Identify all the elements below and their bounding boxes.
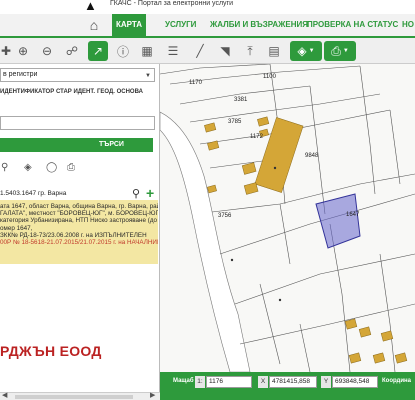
logo-icon: ▲ (84, 0, 97, 13)
coordinates-label: Координа (382, 378, 411, 384)
result-line[interactable]: ЗКК№ РД-18-73/23.06.2008 г. на ИЗПЪЛНИТЕ… (0, 232, 156, 239)
measure-area-icon[interactable]: ◥ (215, 41, 235, 61)
identifier-input[interactable] (0, 116, 155, 130)
selected-parcel-label: 1647 (346, 212, 360, 218)
horizontal-scrollbar[interactable]: ◀ ▶ (0, 392, 160, 400)
search-button[interactable]: ТЪРСИ (0, 138, 153, 152)
tab-geodetic-base[interactable]: ГЕОД. ОСНОВА (97, 89, 143, 95)
parcel-label: 3785 (228, 119, 242, 125)
scale-input[interactable]: 1176 (206, 376, 252, 388)
result-actions: ⚲ ◈ ◯ ⎙ (0, 162, 160, 176)
info-icon[interactable]: ⓘ (113, 41, 133, 61)
print-small-icon[interactable]: ⎙ (67, 162, 75, 173)
result-line[interactable]: 00Р № 18-5618-21.07.2015/21.07.2015 г. н… (0, 239, 158, 246)
map-toolbar: ✚ ⊕ ⊖ ☍ ↗ ⓘ ▦ ☰ ╱ ◥ ⤒ ▤ ◈ ▼ ⎙ ▼ (0, 38, 415, 64)
top-header: ▲ ГКАЧС - Портал за електронни услуги (0, 0, 415, 14)
parcel-label: 3381 (234, 97, 248, 103)
scroll-thumb[interactable] (15, 395, 133, 399)
search-type-tabs: ИДЕНТИФИКАТОР СТАР ИДЕНТ. ГЕОД. ОСНОВА (0, 86, 160, 98)
print-icon[interactable]: ⎙ ▼ (324, 41, 356, 61)
tab-services[interactable]: УСЛУГИ (165, 14, 196, 36)
globe-icon[interactable]: ☍ (62, 41, 82, 61)
measure-line-icon[interactable]: ╱ (190, 41, 210, 61)
main-nav: ⌂ КАРТА УСЛУГИ ЖАЛБИ И ВЪЗРАЖЕНИЯ ПРОВЕР… (0, 14, 415, 38)
cadastral-map[interactable]: 1170 1100 3381 3785 1172 9848 3756 1647 (160, 64, 415, 372)
result-title[interactable]: 1.5403.1647 гр. Варна (0, 190, 66, 197)
map-canvas (160, 64, 415, 372)
add-icon[interactable]: + (146, 185, 154, 201)
tab-old-identifier[interactable]: СТАР ИДЕНТ. (56, 89, 95, 95)
layers-small-icon[interactable]: ◈ (24, 162, 32, 173)
zoom-out-icon[interactable]: ⊖ (37, 41, 57, 61)
scroll-left-icon[interactable]: ◀ (2, 391, 7, 399)
parcel-label: 9848 (305, 153, 319, 159)
register-select[interactable]: в регистри ▼ (0, 68, 155, 82)
select-tool-icon[interactable]: ↗ (88, 41, 108, 61)
parcel-label: 1170 (189, 80, 202, 86)
list-icon[interactable]: ☰ (163, 41, 183, 61)
map-pin-icon[interactable]: ⚲ (1, 162, 8, 173)
grid-icon[interactable]: ▦ (137, 41, 157, 61)
register-select-value: в регистри (3, 71, 38, 78)
result-line: ата 1647, област Варна, община Варна, гр… (0, 203, 158, 210)
chevron-down-icon: ▼ (145, 73, 151, 79)
y-coordinate[interactable]: 693848,548 (332, 376, 378, 388)
company-name: РДЖЪН ЕООД (0, 343, 102, 359)
y-prefix: Y (321, 376, 331, 388)
search-icon[interactable]: ⚲ (132, 187, 140, 200)
scale-prefix: 1: (195, 376, 205, 388)
tab-map[interactable]: КАРТА (112, 14, 146, 36)
zoom-to-icon[interactable]: ◯ (46, 162, 57, 173)
result-line: категория Урбанизирана, НТП Ниско застро… (0, 217, 158, 225)
home-icon[interactable]: ⌂ (86, 17, 102, 33)
result-line: омер 1647, (0, 224, 33, 232)
tab-more[interactable]: НО (402, 14, 414, 36)
document-icon[interactable]: ▤ (264, 41, 284, 61)
x-coordinate[interactable]: 4781415,858 (269, 376, 317, 388)
result-details: ата 1647, област Варна, община Варна, гр… (0, 200, 158, 264)
search-panel: в регистри ▼ ИДЕНТИФИКАТОР СТАР ИДЕНТ. Г… (0, 64, 160, 400)
scale-label: Мащаб (173, 378, 194, 384)
upload-icon[interactable]: ⤒ (240, 41, 260, 61)
tab-complaints[interactable]: ЖАЛБИ И ВЪЗРАЖЕНИЯ (210, 14, 308, 36)
result-header: 1.5403.1647 гр. Варна ⚲ + (0, 185, 160, 201)
zoom-in-icon[interactable]: ⊕ (13, 41, 33, 61)
portal-tagline: ГКАЧС - Портал за електронни услуги (110, 0, 234, 7)
tab-status-check[interactable]: ПРОВЕРКА НА СТАТУС (307, 14, 398, 36)
x-prefix: X (258, 376, 268, 388)
parcel-label: 1100 (263, 74, 276, 80)
scroll-right-icon[interactable]: ▶ (150, 391, 155, 399)
parcel-label: 1172 (250, 134, 263, 140)
coordinates-statusbar: Мащаб 1: 1176 X 4781415,858 Y 693848,548… (160, 372, 415, 400)
tab-identifier[interactable]: ИДЕНТИФИКАТОР (0, 89, 54, 95)
layers-icon[interactable]: ◈ ▼ (290, 41, 322, 61)
parcel-label: 3756 (218, 213, 232, 219)
